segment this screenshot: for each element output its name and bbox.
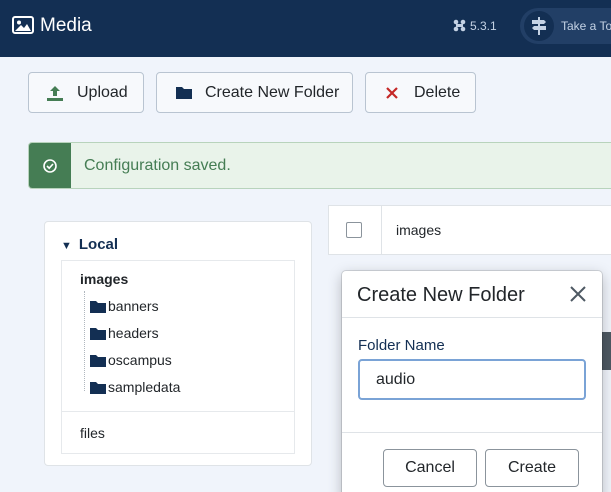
tree-item-images[interactable]: images	[80, 271, 128, 287]
tree-item-headers[interactable]: headers	[90, 325, 159, 341]
folder-name-label: Folder Name	[358, 337, 445, 354]
cancel-button[interactable]: Cancel	[383, 449, 477, 487]
table-row[interactable]: images	[328, 205, 611, 255]
tour-icon-wrap	[524, 11, 554, 41]
divider	[62, 411, 294, 412]
create-new-folder-button[interactable]: Create New Folder	[156, 72, 353, 113]
tree-item-files[interactable]: files	[80, 425, 105, 441]
version-label: 5.3.1	[470, 19, 497, 33]
app-header: Media 5.3.1 Take a Tour	[0, 0, 611, 57]
tree-item-sampledata[interactable]: sampledata	[90, 379, 180, 395]
divider	[381, 206, 382, 254]
tree-item-banners[interactable]: banners	[90, 298, 159, 314]
folder-icon	[90, 301, 106, 313]
take-tour-label: Take a Tour	[561, 19, 611, 33]
delete-label: Delete	[414, 84, 461, 101]
folder-icon	[90, 328, 106, 340]
tree-subtree: images banners headers oscampus sampleda…	[61, 260, 295, 454]
tree-item-oscampus[interactable]: oscampus	[90, 352, 172, 368]
image-icon	[12, 16, 34, 34]
tree-item-label: sampledata	[108, 379, 181, 395]
delete-button[interactable]: Delete	[365, 72, 476, 113]
close-icon	[386, 87, 398, 99]
tree-item-label: oscampus	[108, 352, 172, 368]
divider	[342, 317, 602, 318]
folder-icon	[90, 382, 106, 394]
upload-label: Upload	[77, 84, 128, 101]
joomla-icon	[453, 19, 466, 32]
tree-item-label: banners	[108, 298, 159, 314]
alert-icon-strip	[29, 143, 71, 188]
tree-item-label: headers	[108, 325, 159, 341]
alert-message: Configuration saved.	[84, 157, 231, 174]
take-tour-button[interactable]: Take a Tour	[520, 8, 611, 44]
divider	[342, 432, 602, 433]
close-icon[interactable]	[569, 285, 587, 303]
signpost-icon	[532, 17, 546, 35]
check-circle-icon	[43, 159, 57, 173]
caret-down-icon: ▼	[61, 240, 72, 252]
upload-icon	[47, 86, 63, 101]
folder-name-input[interactable]	[358, 359, 586, 400]
page-title: Media	[40, 15, 92, 36]
row-name: images	[396, 222, 442, 238]
folder-icon	[176, 87, 192, 99]
tree-root-local[interactable]: ▼ Local	[61, 236, 118, 253]
create-button[interactable]: Create	[485, 449, 579, 487]
upload-button[interactable]: Upload	[28, 72, 144, 113]
tree-root-label: Local	[78, 236, 119, 253]
row-checkbox[interactable]	[346, 222, 362, 238]
dialog-title: Create New Folder	[357, 284, 525, 306]
create-folder-dialog: Create New Folder Folder Name Cancel Cre…	[342, 271, 602, 492]
folder-icon	[90, 355, 106, 367]
create-new-folder-label: Create New Folder	[205, 84, 340, 101]
tree-guide-line	[84, 291, 85, 391]
folder-tree: ▼ Local images banners headers oscampus s…	[44, 221, 312, 466]
success-alert: Configuration saved.	[28, 142, 611, 189]
